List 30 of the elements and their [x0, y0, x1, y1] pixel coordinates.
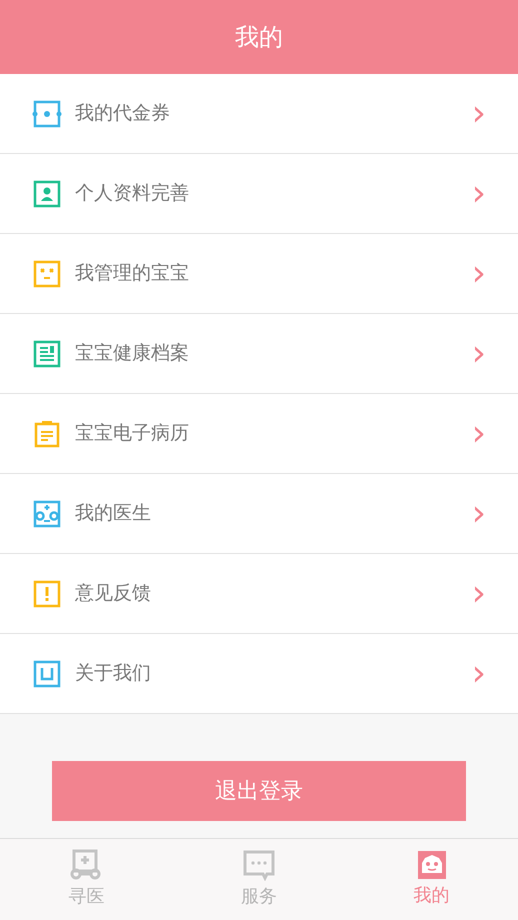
page-title: 我的: [235, 22, 283, 53]
menu-item[interactable]: 个人资料完善 ›: [0, 154, 518, 234]
chevron-icon: ›: [472, 336, 486, 372]
chevron-icon: ›: [472, 576, 486, 612]
menu-item[interactable]: 意见反馈 ›: [0, 554, 518, 634]
menu-item[interactable]: 宝宝电子病历 ›: [0, 394, 518, 474]
menu-label: 我的代金券: [75, 101, 171, 126]
chevron-icon: ›: [472, 96, 486, 132]
menu-label: 宝宝健康档案: [75, 341, 190, 366]
menu-item[interactable]: 我管理的宝宝 ›: [0, 234, 518, 314]
menu-item[interactable]: 我的代金券 ›: [0, 74, 518, 154]
menu-label: 关于我们: [75, 661, 152, 686]
menu-label: 个人资料完善: [75, 181, 190, 206]
chat-icon: [243, 849, 275, 881]
menu-label: 意见反馈: [75, 581, 152, 606]
menu-label: 宝宝电子病历: [75, 421, 190, 446]
chevron-icon: ›: [472, 256, 486, 292]
chevron-icon: ›: [472, 496, 486, 532]
menu-item[interactable]: 宝宝健康档案 ›: [0, 314, 518, 394]
chevron-icon: ›: [472, 416, 486, 452]
menu-label: 我的医生: [75, 501, 152, 526]
chevron-icon: ›: [472, 656, 486, 692]
menu-label: 我管理的宝宝: [75, 261, 190, 286]
chevron-icon: ›: [472, 176, 486, 212]
logout-button[interactable]: 退出登录: [52, 761, 466, 821]
menu-item[interactable]: 关于我们 ›: [0, 634, 518, 714]
tab-item[interactable]: 我的: [345, 839, 518, 920]
menu-item[interactable]: 我的医生 ›: [0, 474, 518, 554]
robot-icon: [416, 850, 447, 880]
hospital-icon: [70, 849, 102, 881]
